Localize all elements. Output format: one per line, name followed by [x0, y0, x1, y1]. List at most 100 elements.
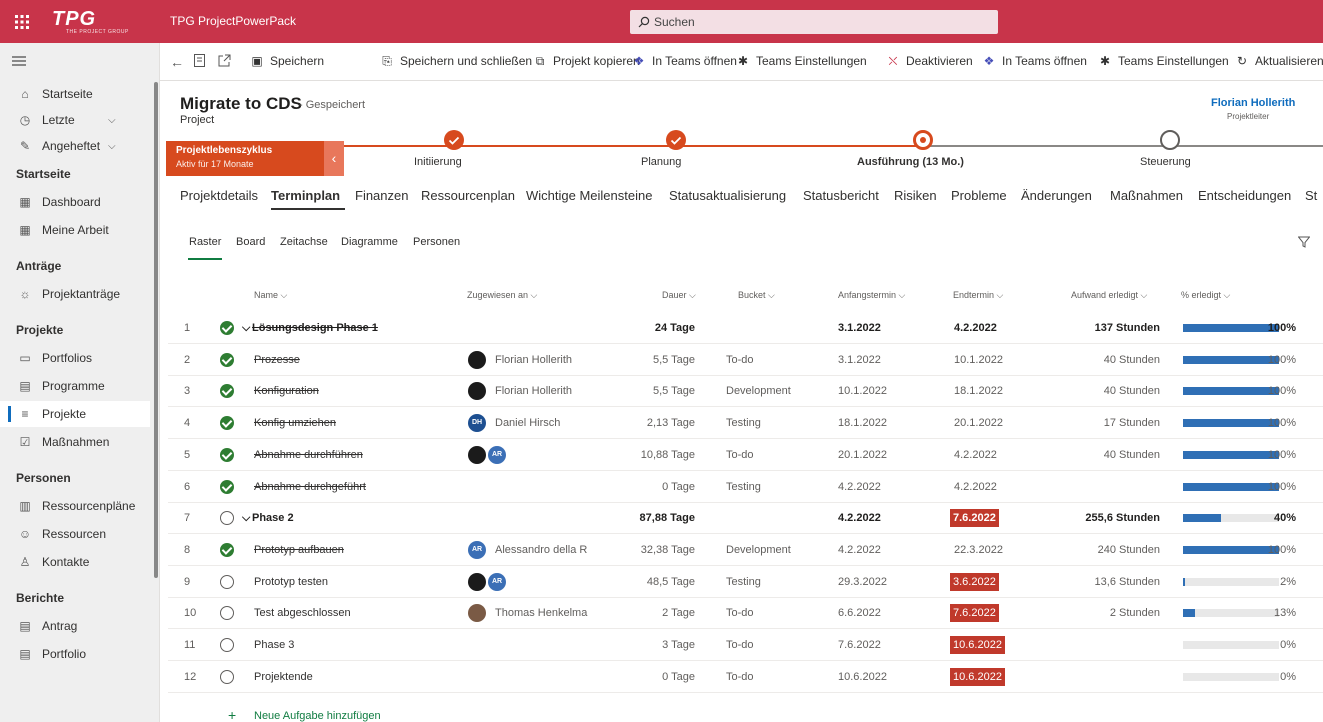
view-diagramme[interactable]: Diagramme	[341, 236, 398, 248]
view-personen[interactable]: Personen	[413, 236, 460, 248]
command-4[interactable]: ❖ In Teams öffnen	[632, 54, 737, 68]
table-row[interactable]: 10 Test abgeschlossen Thomas Henkelma 2 Tag…	[168, 598, 1323, 630]
open-task-circle-icon[interactable]	[220, 669, 234, 684]
chevron-left-icon[interactable]: ‹	[324, 141, 344, 176]
column-header-4[interactable]: Bucket ⌵	[738, 290, 775, 301]
task-name[interactable]: Test abgeschlossen	[254, 607, 351, 619]
completed-check-icon[interactable]	[220, 321, 234, 335]
stage-2-marker[interactable]	[666, 130, 686, 150]
column-header-2[interactable]: Zugewiesen an ⌵	[467, 290, 537, 301]
tab-probleme[interactable]: Probleme	[951, 188, 1007, 203]
sidebar-item-meine arbeit[interactable]: ▦ Meine Arbeit	[0, 217, 150, 243]
person-avatar-florian[interactable]	[468, 350, 486, 369]
column-header-1[interactable]: Name ⌵	[254, 290, 287, 301]
command-3[interactable]: ⧉ Projekt kopieren	[533, 54, 640, 69]
open-task-circle-icon[interactable]	[220, 574, 234, 589]
command-7[interactable]: ❖ In Teams öffnen	[982, 54, 1087, 68]
sidebar-item-maßnahmen[interactable]: ☑ Maßnahmen	[0, 429, 150, 455]
person-avatar-florian[interactable]	[468, 445, 486, 464]
table-row[interactable]: 5 Abnahme durchführen AR 10,88 Tage To-do 20.…	[168, 440, 1323, 471]
back-button[interactable]: ←	[170, 54, 184, 70]
table-row[interactable]: 1 ⌵ Lösungsdesign Phase 1 24 Tage 3.1.2022 4.…	[168, 313, 1323, 344]
sidebar-item-startseite[interactable]: ⌂ Startseite	[0, 81, 150, 107]
open-task-circle-icon[interactable]	[220, 638, 234, 652]
filter-icon[interactable]	[1298, 236, 1310, 248]
record-icon[interactable]	[194, 54, 205, 67]
tab-änderungen[interactable]: Änderungen	[1021, 188, 1092, 203]
completed-check-icon[interactable]	[220, 416, 234, 431]
tab-finanzen[interactable]: Finanzen	[355, 188, 408, 203]
task-name[interactable]: Lösungsdesign Phase 1	[252, 322, 378, 334]
completed-check-icon[interactable]	[220, 447, 234, 462]
tab-statusaktualisierung[interactable]: Statusaktualisierung	[669, 188, 786, 203]
sidebar-item-projekte[interactable]: ≡ Projekte	[0, 401, 150, 427]
person-avatar-florian[interactable]	[468, 572, 486, 591]
completed-check-icon[interactable]	[220, 384, 234, 399]
column-header-6[interactable]: Endtermin ⌵	[953, 290, 1003, 301]
search-input[interactable]: Suchen	[630, 10, 998, 34]
completed-check-icon[interactable]	[220, 352, 234, 367]
project-owner-link[interactable]: Florian Hollerith	[1211, 97, 1295, 109]
table-row[interactable]: 8 Prototyp aufbauen AR Alessandro della R 32…	[168, 535, 1323, 566]
table-row[interactable]: 3 Konfiguration Florian Hollerith 5,5 Tage D…	[168, 376, 1323, 408]
task-name[interactable]: Phase 2	[252, 512, 294, 524]
task-name[interactable]: Projektende	[254, 671, 313, 683]
sidebar-item-kontakte[interactable]: ♙ Kontakte	[0, 549, 150, 575]
view-board[interactable]: Board	[236, 236, 265, 248]
column-header-5[interactable]: Anfangstermin ⌵	[838, 290, 905, 301]
tab-statusbericht[interactable]: Statusbericht	[803, 188, 879, 203]
task-name[interactable]: Abnahme durchführen	[254, 449, 363, 461]
table-row[interactable]: 11 Phase 3 3 Tage To-do 7.6.2022 10.6.2022 0%	[168, 630, 1323, 661]
stage-4-marker[interactable]	[1160, 130, 1180, 150]
person-avatar-ar[interactable]: AR	[488, 445, 506, 464]
view-zeitachse[interactable]: Zeitachse	[280, 236, 328, 248]
person-avatar-ar[interactable]: AR	[468, 540, 486, 559]
hamburger-menu-icon[interactable]	[12, 55, 26, 67]
completed-check-icon[interactable]	[220, 479, 234, 494]
column-header-7[interactable]: Aufwand erledigt ⌵	[1071, 290, 1147, 301]
tab-wichtige meilensteine[interactable]: Wichtige Meilensteine	[526, 188, 652, 203]
task-name[interactable]: Abnahme durchgeführt	[254, 481, 366, 493]
sidebar-item-portfolios[interactable]: ▭ Portfolios	[0, 345, 150, 371]
app-launcher-icon[interactable]	[14, 14, 30, 30]
add-icon[interactable]: +	[228, 707, 236, 722]
sidebar-item-letzte[interactable]: ◷ Letzte ⌵	[0, 107, 150, 133]
sidebar-item-ressourcen[interactable]: ☺ Ressourcen	[0, 521, 150, 547]
add-task-button[interactable]: Neue Aufgabe hinzufügen	[254, 710, 381, 722]
open-new-window-icon[interactable]	[218, 54, 231, 67]
stage-1-marker[interactable]	[444, 130, 464, 150]
person-avatar-florian[interactable]	[468, 382, 486, 401]
task-name[interactable]: Phase 3	[254, 639, 294, 651]
task-name[interactable]: Konfiguration	[254, 385, 319, 397]
open-task-circle-icon[interactable]	[220, 606, 234, 621]
table-row[interactable]: 4 Konfig umziehen DH Daniel Hirsch 2,13 Tage…	[168, 408, 1323, 440]
task-name[interactable]: Prozesse	[254, 354, 300, 366]
sidebar-scrollbar[interactable]	[154, 82, 158, 578]
person-avatar-thomas[interactable]	[468, 604, 486, 623]
person-avatar-ar[interactable]: AR	[488, 572, 506, 591]
tab-terminplan[interactable]: Terminplan	[271, 188, 340, 203]
sidebar-item-antrag[interactable]: ▤ Antrag	[0, 613, 150, 639]
table-row[interactable]: 2 Prozesse Florian Hollerith 5,5 Tage To-do 3…	[168, 345, 1323, 376]
tab-risiken[interactable]: Risiken	[894, 188, 937, 203]
command-8[interactable]: ✱ Teams Einstellungen	[1098, 54, 1229, 68]
column-header-3[interactable]: Dauer ⌵	[662, 290, 696, 301]
lifecycle-panel[interactable]: Projektlebenszyklus Aktiv für 17 Monate	[166, 141, 324, 176]
view-raster[interactable]: Raster	[189, 236, 221, 248]
sidebar-item-programme[interactable]: ▤ Programme	[0, 373, 150, 399]
task-name[interactable]: Konfig umziehen	[254, 417, 336, 429]
command-6[interactable]: ⛌ Deaktivieren	[886, 54, 973, 69]
person-avatar-dh[interactable]: DH	[468, 414, 486, 433]
tab-ressourcenplan[interactable]: Ressourcenplan	[421, 188, 515, 203]
column-header-8[interactable]: % erledigt ⌵	[1181, 290, 1230, 301]
sidebar-item-portfolio[interactable]: ▤ Portfolio	[0, 641, 150, 667]
task-name[interactable]: Prototyp testen	[254, 576, 328, 588]
chevron-down-icon[interactable]: ⌵	[242, 512, 250, 525]
sidebar-item-dashboard[interactable]: ▦ Dashboard	[0, 189, 150, 215]
command-5[interactable]: ✱ Teams Einstellungen	[736, 54, 867, 68]
table-row[interactable]: 6 Abnahme durchgeführt 0 Tage Testing 4.2.20…	[168, 472, 1323, 503]
sidebar-item-angeheftet[interactable]: ✎ Angeheftet ⌵	[0, 133, 150, 159]
completed-check-icon[interactable]	[220, 542, 234, 557]
stage-3-marker[interactable]	[913, 130, 933, 150]
chevron-down-icon[interactable]: ⌵	[108, 115, 116, 126]
